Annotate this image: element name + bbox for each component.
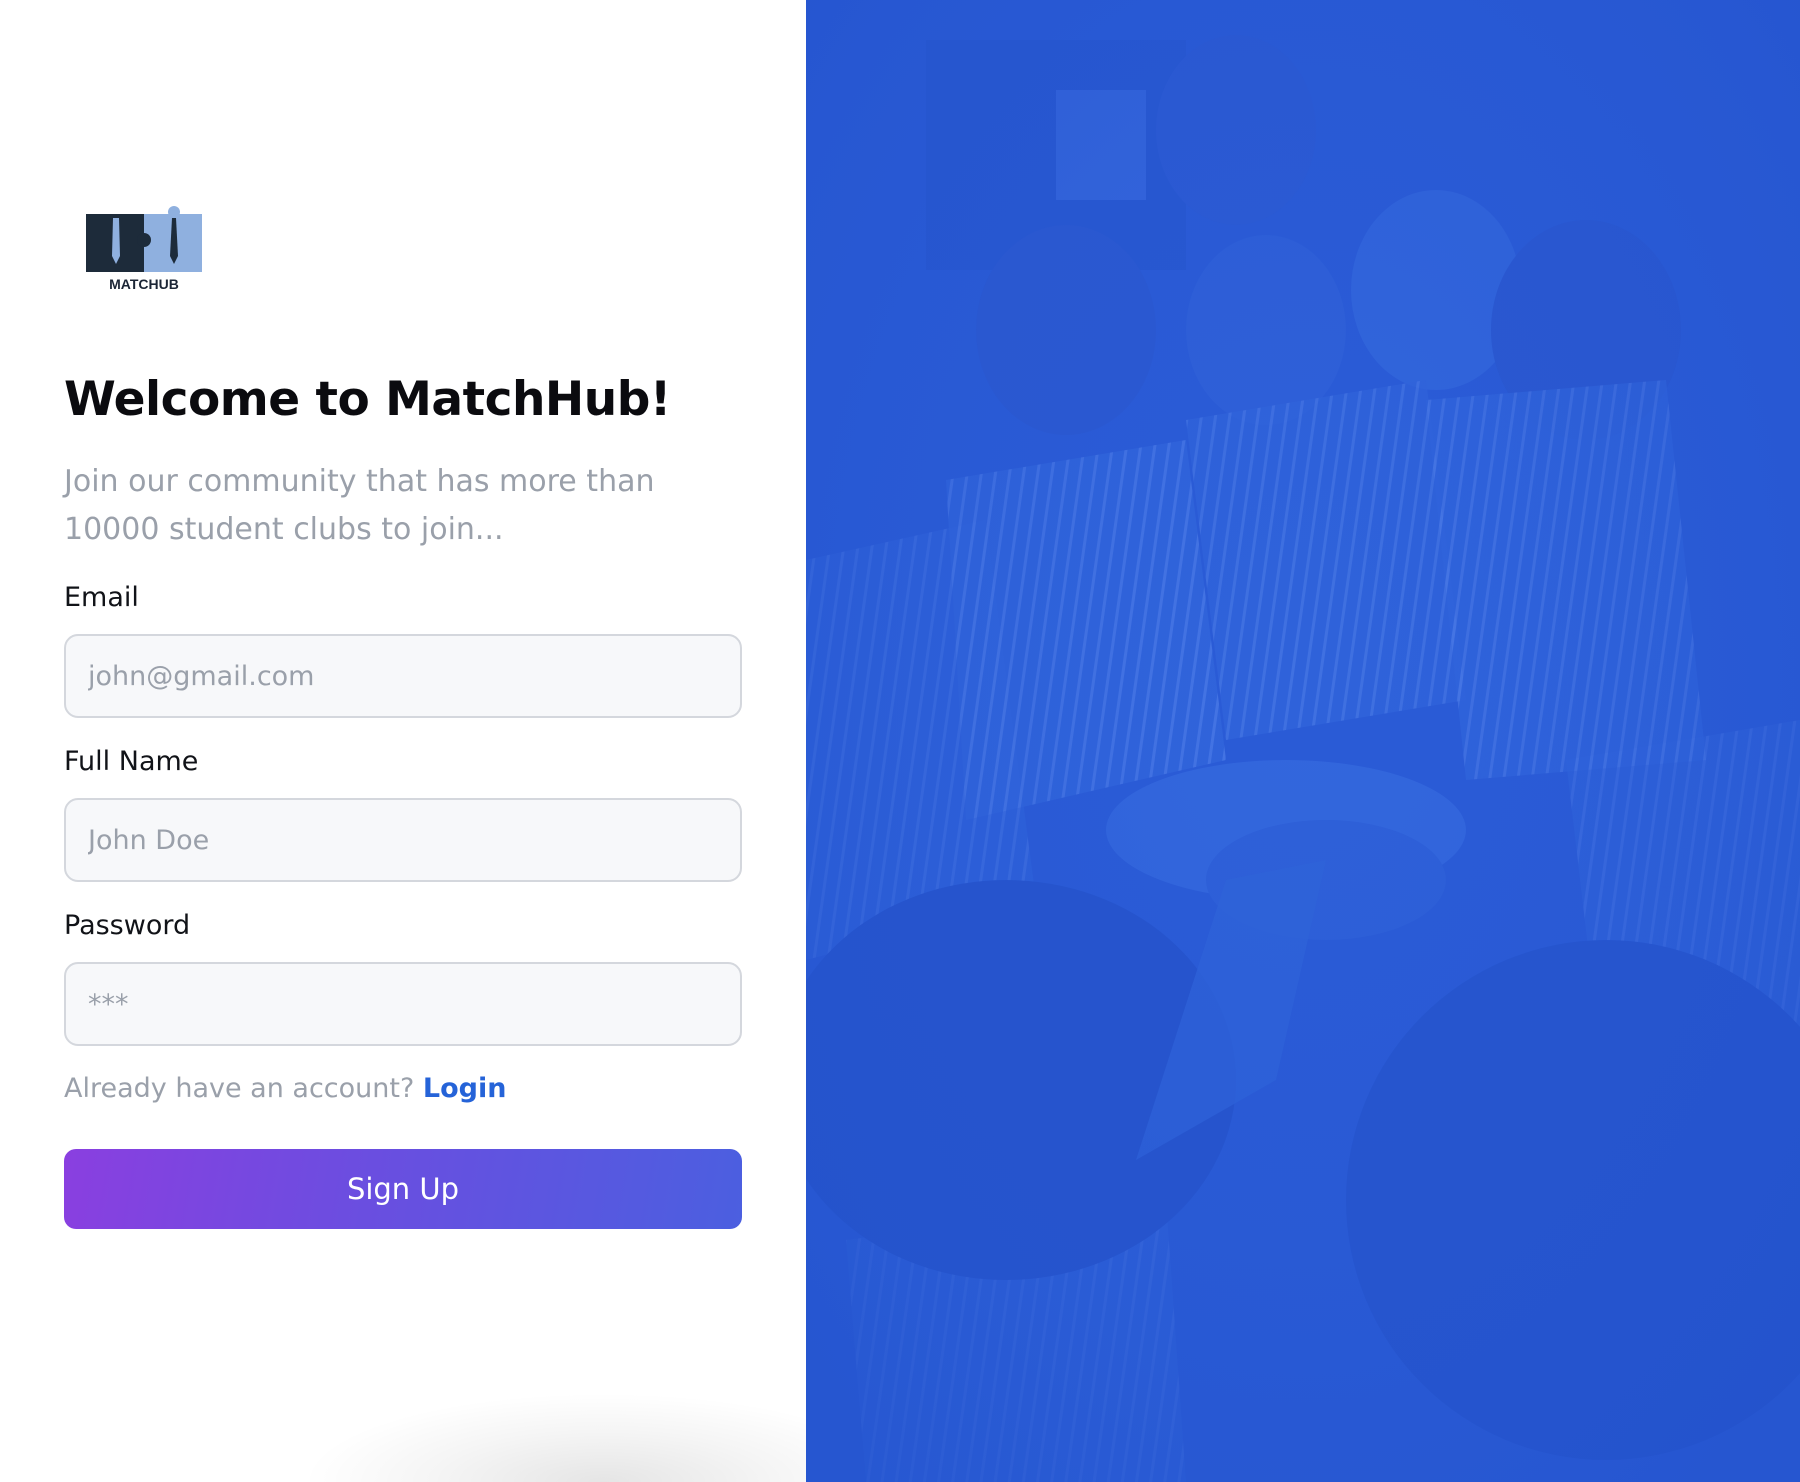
signup-page: MATCHUB Welcome to MatchHub! Join our co…	[0, 0, 1800, 1482]
students-group-photo	[806, 0, 1800, 1482]
email-input[interactable]	[64, 634, 742, 718]
password-input[interactable]	[64, 962, 742, 1046]
hero-image	[806, 0, 1800, 1482]
full-name-label: Full Name	[64, 746, 199, 777]
matchhub-logo-icon	[86, 206, 202, 272]
password-label: Password	[64, 910, 191, 941]
email-label: Email	[64, 582, 139, 613]
sign-up-button[interactable]: Sign Up	[64, 1149, 742, 1229]
signup-panel: MATCHUB Welcome to MatchHub! Join our co…	[0, 0, 806, 1482]
matchhub-logo: MATCHUB	[86, 206, 202, 296]
full-name-input[interactable]	[64, 798, 742, 882]
login-prompt-text: Already have an account?	[64, 1073, 415, 1104]
login-link[interactable]: Login	[423, 1073, 507, 1104]
page-subtitle: Join our community that has more than 10…	[64, 464, 655, 547]
page-title: Welcome to MatchHub!	[64, 372, 671, 427]
login-prompt: Already have an account? Login	[64, 1071, 506, 1107]
bottom-shadow	[300, 1392, 806, 1482]
logo-wordmark: MATCHUB	[109, 276, 179, 292]
